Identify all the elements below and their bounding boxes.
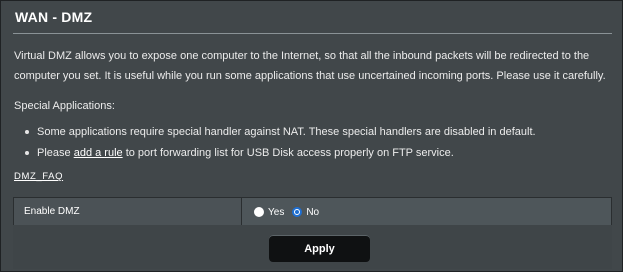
add-rule-link[interactable]: add a rule (74, 147, 123, 159)
list-item: Some applications require special handle… (21, 124, 536, 145)
enable-dmz-label: Enable DMZ (14, 198, 242, 226)
enable-dmz-yes-option[interactable]: Yes (254, 207, 284, 218)
enable-dmz-no-option[interactable]: No (292, 207, 319, 218)
title-divider (13, 33, 612, 34)
dmz-description: Virtual DMZ allows you to expose one com… (14, 50, 606, 82)
apply-button[interactable]: Apply (269, 235, 370, 262)
radio-yes[interactable] (254, 207, 264, 217)
page-title: WAN - DMZ (15, 9, 93, 25)
special-applications-heading: Special Applications: (14, 100, 115, 112)
special-applications-list: Some applications require special handle… (21, 124, 536, 166)
bullet-text-suffix: to port forwarding list for USB Disk acc… (122, 147, 454, 159)
dmz-faq-link[interactable]: DMZ_FAQ (14, 171, 63, 182)
list-item: Please add a rule to port forwarding lis… (21, 145, 536, 166)
radio-no[interactable] (292, 207, 303, 217)
bullet-text-nat: Some applications require special handle… (37, 126, 536, 138)
radio-yes-label: Yes (268, 206, 285, 218)
radio-no-label: No (306, 206, 320, 218)
settings-table: Enable DMZ Yes No (13, 197, 612, 227)
enable-dmz-options: Yes No (242, 198, 611, 226)
dmz-panel: WAN - DMZ Virtual DMZ allows you to expo… (0, 0, 623, 272)
bullet-text-prefix: Please (37, 147, 74, 159)
